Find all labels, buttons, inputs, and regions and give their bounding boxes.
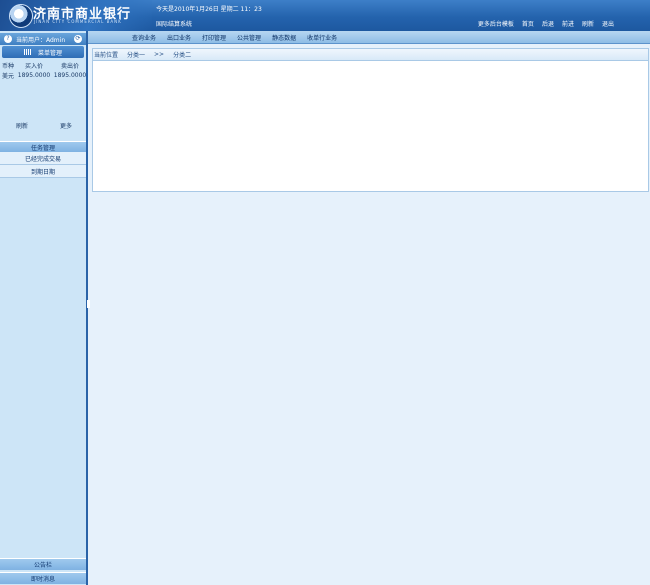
breadcrumb-location-label: 当前位置 [94, 52, 119, 59]
breadcrumb: 当前位置 分类一 >> 分类二 [92, 48, 649, 61]
task-section-header[interactable]: 任务管理 [0, 141, 86, 152]
nav-bar: 查询业务 出口业务 打印管理 公共管理 静态数据 收单行业务 [88, 31, 650, 44]
sidebar-splitter-handle[interactable] [87, 300, 90, 308]
tab-static-data[interactable]: 静态数据 [272, 33, 296, 42]
link-more-templates[interactable]: 更多后台模板 [478, 19, 514, 28]
menu-grid-icon [23, 49, 32, 55]
current-user-label: 当前用户：Admin [16, 36, 66, 44]
link-forward[interactable]: 前进 [562, 19, 574, 28]
bank-logo-icon [9, 4, 33, 28]
tab-public[interactable]: 公共管理 [237, 33, 261, 42]
system-name: 国际结算系统 [156, 21, 193, 28]
task-item-completed[interactable]: 已经完成交易 [0, 152, 86, 165]
breadcrumb-item-category-1[interactable]: 分类一 [127, 50, 145, 59]
question-icon[interactable]: ? [4, 35, 12, 43]
sidebar: ? 当前用户：Admin ⟳ 菜单管理 币种 买入价 卖出价 美元 1895.0… [0, 31, 88, 585]
top-header: 济南市商业银行 JINAN CITY COMMERCIAL BANK 今天是20… [0, 0, 650, 31]
tab-acquirer[interactable]: 收单行业务 [307, 33, 337, 42]
user-bar: ? 当前用户：Admin ⟳ [0, 33, 86, 45]
rate-refresh-link[interactable]: 刷新 [16, 121, 28, 130]
bank-subtitle: JINAN CITY COMMERCIAL BANK [34, 19, 122, 24]
task-item-due-date[interactable]: 到期日期 [0, 165, 86, 178]
rate-more-link[interactable]: 更多 [60, 121, 72, 130]
link-refresh[interactable]: 刷新 [582, 19, 594, 28]
link-logout[interactable]: 退出 [602, 19, 614, 28]
rate-header-currency: 币种 [1, 62, 14, 70]
logo-area: 济南市商业银行 JINAN CITY COMMERCIAL BANK [0, 0, 152, 31]
link-home[interactable]: 首页 [522, 19, 534, 28]
rate-table-header: 币种 买入价 卖出价 [0, 60, 88, 70]
breadcrumb-item-category-2[interactable]: 分类二 [173, 50, 191, 59]
top-links: 更多后台模板 首页 后退 前进 刷新 退出 [478, 19, 614, 28]
rate-cell-sell: 1895.0000 [53, 71, 87, 79]
bulletin-section-header[interactable]: 公告栏 [0, 558, 86, 570]
menu-title: 菜单管理 [37, 49, 62, 57]
breadcrumb-separator: >> [154, 51, 165, 58]
instant-message-section-header[interactable]: 即时消息 [0, 572, 86, 584]
refresh-icon[interactable]: ⟳ [74, 35, 82, 43]
menu-header[interactable]: 菜单管理 [2, 46, 84, 58]
rate-table-row: 美元 1895.0000 1895.0000 [0, 70, 88, 80]
rate-actions: 刷新 更多 [0, 121, 88, 130]
rate-cell-currency: 美元 [1, 72, 14, 80]
link-back[interactable]: 后退 [542, 19, 554, 28]
tab-query[interactable]: 查询业务 [132, 33, 156, 42]
content-panel [92, 61, 649, 192]
rate-header-sell: 卖出价 [60, 62, 79, 70]
tab-export[interactable]: 出口业务 [167, 33, 191, 42]
rate-table: 币种 买入价 卖出价 美元 1895.0000 1895.0000 [0, 60, 88, 80]
rate-header-buy: 买入价 [24, 62, 43, 70]
tab-print[interactable]: 打印管理 [202, 33, 226, 42]
date-text: 今天是2010年1月26日 星期二 11：23 [156, 6, 262, 13]
rate-cell-buy: 1895.0000 [17, 71, 51, 79]
